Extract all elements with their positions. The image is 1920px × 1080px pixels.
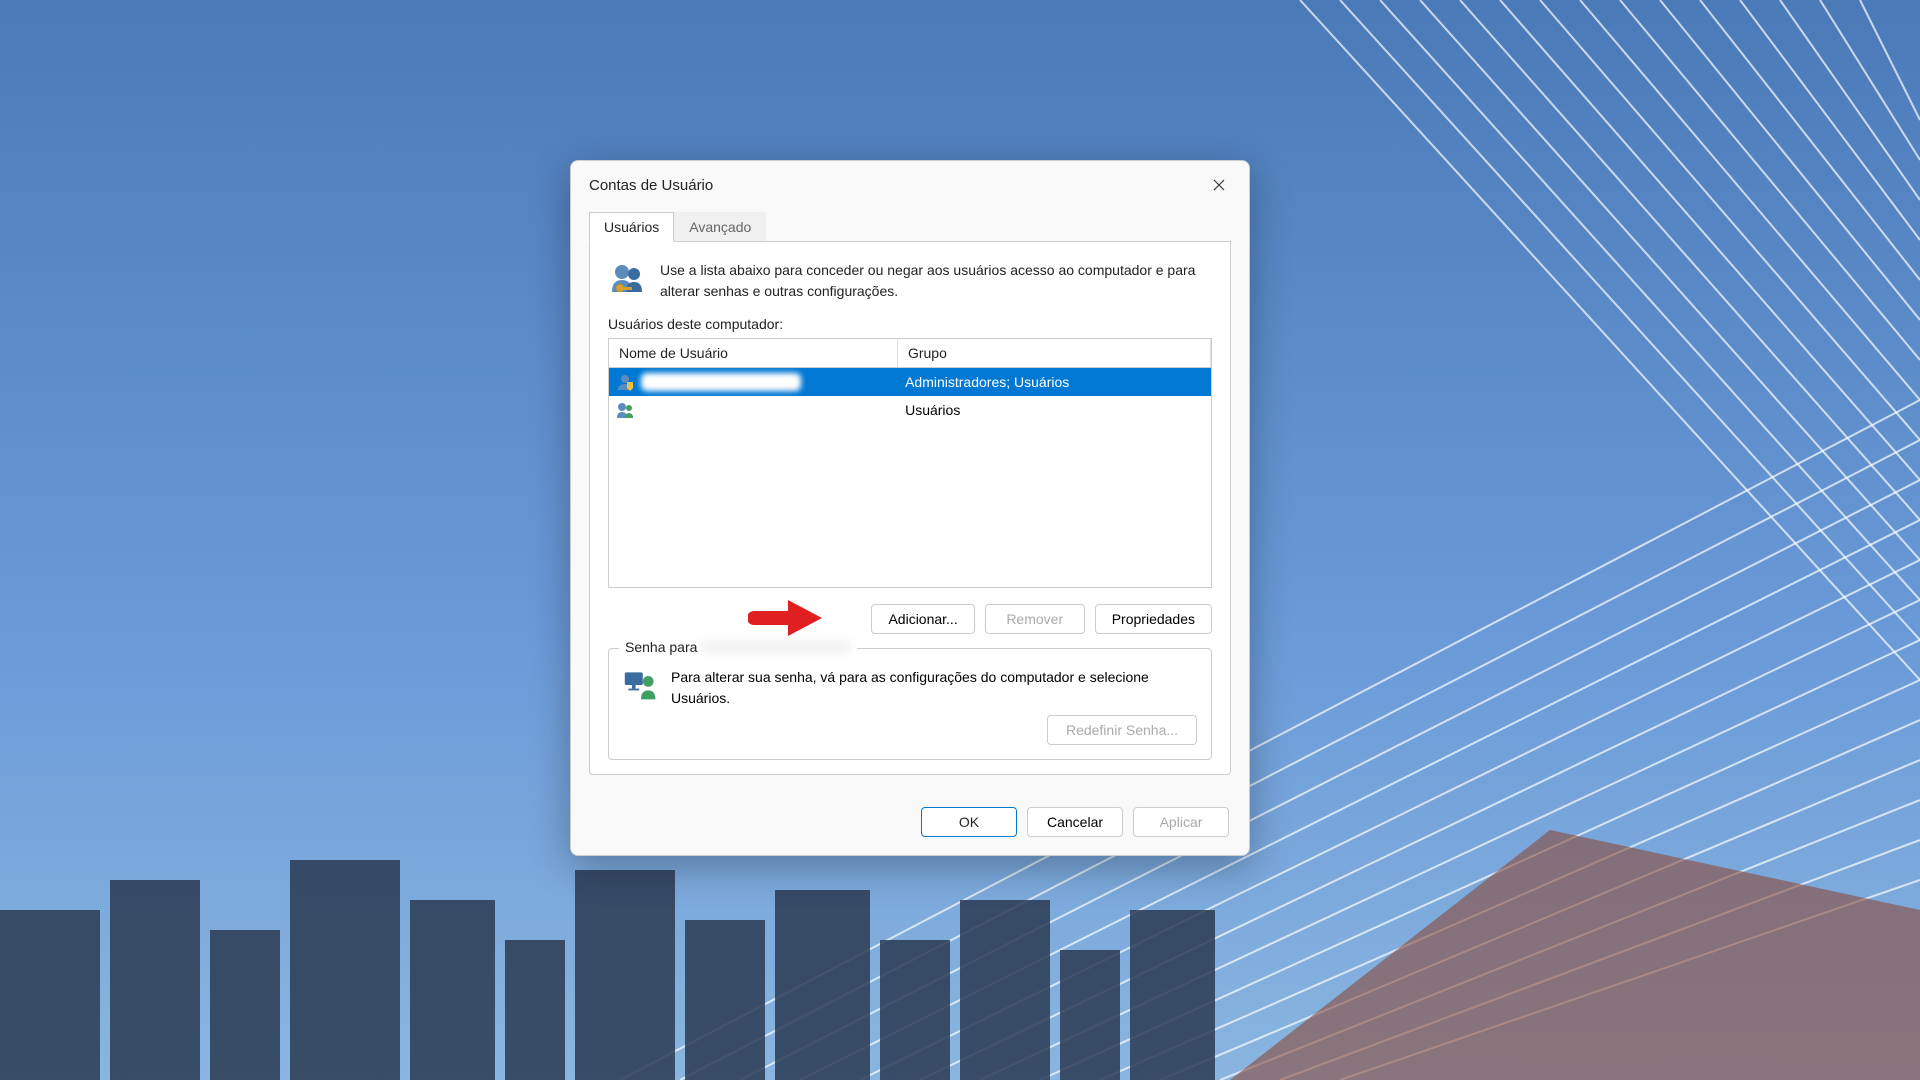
- users-listbox[interactable]: Nome de Usuário Grupo Administradores; U…: [608, 338, 1212, 588]
- password-group-label: Senha para: [625, 639, 697, 655]
- tab-panel-users: Use a lista abaixo para conceder ou nega…: [589, 241, 1231, 775]
- list-action-buttons: Adicionar... Remover Propriedades: [608, 604, 1212, 634]
- redacted-username: [701, 639, 851, 655]
- annotation-arrow-icon: [748, 596, 828, 640]
- user-pair-icon: [615, 400, 635, 420]
- intro-text: Use a lista abaixo para conceder ou nega…: [660, 260, 1212, 302]
- users-list-label: Usuários deste computador:: [608, 316, 1212, 332]
- reset-password-button[interactable]: Redefinir Senha...: [1047, 715, 1197, 745]
- close-icon: [1213, 179, 1225, 191]
- titlebar: Contas de Usuário: [571, 161, 1249, 207]
- list-header: Nome de Usuário Grupo: [609, 339, 1211, 368]
- redacted-username: [641, 401, 801, 419]
- user-monitor-icon: [623, 667, 659, 703]
- tab-advanced[interactable]: Avançado: [674, 212, 766, 242]
- user-accounts-dialog: Contas de Usuário Usuários Avançado Use …: [570, 160, 1250, 856]
- redacted-username: [641, 373, 801, 391]
- add-button[interactable]: Adicionar...: [871, 604, 974, 634]
- user-group-cell: Administradores; Usuários: [901, 374, 1211, 390]
- user-row[interactable]: Administradores; Usuários: [609, 368, 1211, 396]
- tab-strip: Usuários Avançado: [571, 211, 1249, 241]
- user-shield-icon: [615, 372, 635, 392]
- user-row[interactable]: Usuários: [609, 396, 1211, 424]
- dialog-title: Contas de Usuário: [589, 177, 713, 194]
- dialog-footer: OK Cancelar Aplicar: [571, 793, 1249, 855]
- properties-button[interactable]: Propriedades: [1095, 604, 1212, 634]
- apply-button[interactable]: Aplicar: [1133, 807, 1229, 837]
- close-button[interactable]: [1203, 171, 1235, 199]
- remove-button[interactable]: Remover: [985, 604, 1085, 634]
- ok-button[interactable]: OK: [921, 807, 1017, 837]
- password-help-text: Para alterar sua senha, vá para as confi…: [671, 667, 1197, 709]
- users-keys-icon: [608, 260, 648, 300]
- password-group-title: Senha para: [619, 639, 857, 655]
- tab-users[interactable]: Usuários: [589, 212, 674, 242]
- password-group: Senha para Para alterar sua senha, vá pa…: [608, 648, 1212, 760]
- cancel-button[interactable]: Cancelar: [1027, 807, 1123, 837]
- column-header-username[interactable]: Nome de Usuário: [609, 339, 898, 367]
- column-header-group[interactable]: Grupo: [898, 339, 1211, 367]
- user-group-cell: Usuários: [901, 402, 1211, 418]
- intro-section: Use a lista abaixo para conceder ou nega…: [608, 260, 1212, 302]
